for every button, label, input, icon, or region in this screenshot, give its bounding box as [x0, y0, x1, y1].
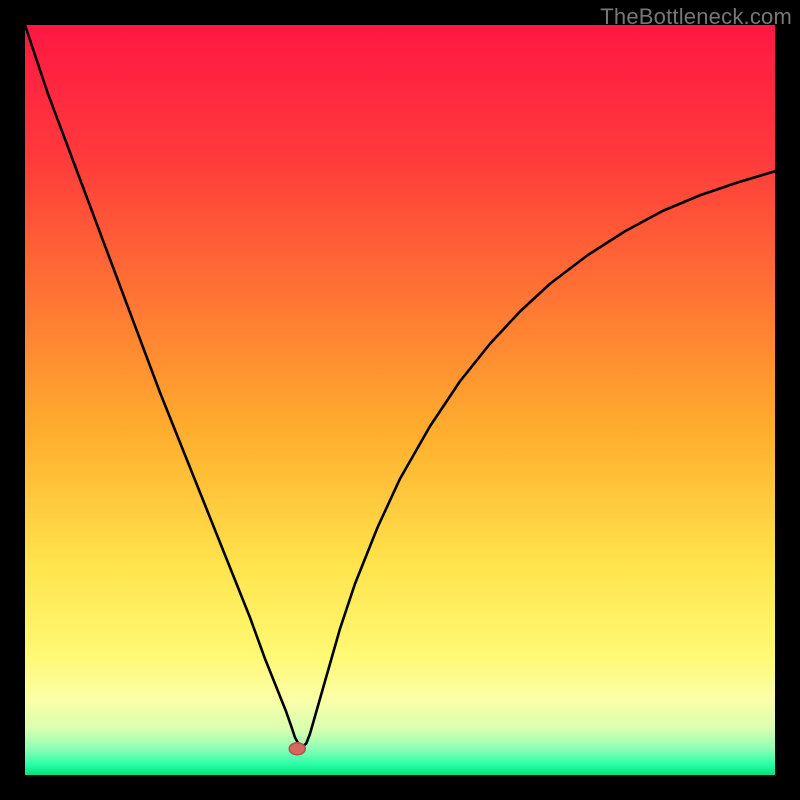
- gradient-background: [25, 25, 775, 775]
- chart-svg: [25, 25, 775, 775]
- chart-frame: TheBottleneck.com: [0, 0, 800, 800]
- optimum-marker: [289, 743, 305, 755]
- plot-area: [25, 25, 775, 775]
